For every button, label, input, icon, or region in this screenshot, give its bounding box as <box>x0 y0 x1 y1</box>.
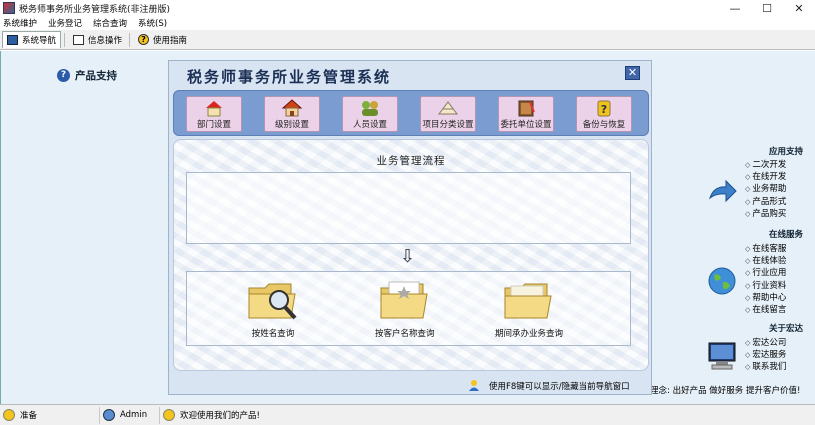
link-industry-app[interactable]: 行业应用 <box>745 267 786 279</box>
level-settings-button[interactable]: 级别设置 <box>264 96 320 132</box>
minimize-button[interactable]: — <box>719 0 751 16</box>
link-online-trial[interactable]: 在线体验 <box>745 255 786 267</box>
section-heading-about: 关于宏达 <box>768 324 803 334</box>
about-list: 宏达公司 宏达服务 联系我们 <box>745 337 786 374</box>
folder-open-icon <box>504 283 552 319</box>
department-icon <box>206 101 222 117</box>
status-user: Admin <box>100 406 160 424</box>
department-settings-button[interactable]: 部门设置 <box>186 96 242 132</box>
client-unit-icon <box>518 100 535 117</box>
navigation-panel: 业务管理流程 ⇩ 按姓名查询 按客户名称查询 期间承办业务查询 <box>173 139 649 371</box>
user-download-icon <box>469 380 479 391</box>
tab-user-guide[interactable]: ? 使用指南 <box>134 31 191 48</box>
menu-bar: 系统维护 业务登记 综合查询 系统(S) <box>0 16 815 30</box>
monitor-icon <box>7 35 18 45</box>
link-product-purchase[interactable]: 产品购买 <box>745 208 786 220</box>
query-by-name-button[interactable]: 按姓名查询 <box>247 278 299 339</box>
tab-toolbar: 系统导航 信息操作 ? 使用指南 <box>0 30 815 50</box>
link-contact[interactable]: 联系我们 <box>745 361 786 373</box>
document-icon <box>73 34 85 45</box>
title-bar: 税务师事务所业务管理系统(非注册版) — ☐ ✕ <box>0 0 815 16</box>
query-by-client-button[interactable]: 按客户名称查询 <box>375 278 435 339</box>
link-product-form[interactable]: 产品形式 <box>745 196 786 208</box>
close-window-button[interactable]: ✕ <box>783 0 815 16</box>
section-heading-online-service: 在线服务 <box>768 230 803 240</box>
app-support-list: 二次开发 在线开发 业务帮助 产品形式 产品购买 <box>745 159 786 220</box>
flow-title: 业务管理流程 <box>376 155 446 167</box>
tab-system-navigation[interactable]: 系统导航 <box>2 31 62 48</box>
link-online-dev[interactable]: 在线开发 <box>745 171 786 183</box>
menu-business-register[interactable]: 业务登记 <box>48 17 82 29</box>
lightbulb-icon <box>3 409 15 421</box>
people-icon <box>362 101 378 116</box>
app-icon <box>3 2 15 14</box>
online-service-list: 在线客服 在线体验 行业应用 行业资料 帮助中心 在线留言 <box>745 243 786 316</box>
tab-info-operation[interactable]: 信息操作 <box>69 31 126 48</box>
slogan-marquee: 理念: 出好产品 做好服务 提升客户价值! <box>650 386 801 396</box>
backup-restore-button[interactable]: ? 备份与恢复 <box>576 96 632 132</box>
navigator-title: 税务师事务所业务管理系统 <box>187 68 392 86</box>
link-help-center[interactable]: 帮助中心 <box>745 292 786 304</box>
f8-hint: 使用F8键可以显示/隐藏当前导航窗口 <box>467 379 630 392</box>
folder-star-icon <box>380 281 428 319</box>
link-industry-data[interactable]: 行业资料 <box>745 280 786 292</box>
client-unit-settings-button[interactable]: 委托单位设置 <box>498 96 554 132</box>
staff-settings-button[interactable]: 人员设置 <box>342 96 398 132</box>
computer-icon <box>708 342 736 370</box>
link-business-help[interactable]: 业务帮助 <box>745 183 786 195</box>
arrow-icon <box>708 179 737 203</box>
house-icon <box>281 99 303 117</box>
menu-system-maintenance[interactable]: 系统维护 <box>3 17 37 29</box>
navigator-close-button[interactable]: ✕ <box>625 66 640 80</box>
menu-system[interactable]: 系统(S) <box>138 17 167 29</box>
help-icon: ? <box>138 34 150 45</box>
window-controls: — ☐ ✕ <box>719 0 815 16</box>
smile-icon <box>163 409 175 421</box>
link-secondary-dev[interactable]: 二次开发 <box>745 159 786 171</box>
query-area: 按姓名查询 按客户名称查询 期间承办业务查询 <box>186 271 631 346</box>
link-online-cs[interactable]: 在线客服 <box>745 243 786 255</box>
backup-icon: ? <box>597 100 611 117</box>
product-support-title: ? 产品支持 <box>57 68 117 83</box>
folder-search-icon <box>248 283 297 320</box>
toolbar-separator <box>64 32 66 47</box>
section-heading-app-support: 应用支持 <box>768 147 803 157</box>
toolbar-separator <box>129 32 131 47</box>
menu-comprehensive-query[interactable]: 综合查询 <box>93 17 127 29</box>
link-online-message[interactable]: 在线留言 <box>745 304 786 316</box>
maximize-button[interactable]: ☐ <box>751 0 783 16</box>
status-welcome: 欢迎使用我们的产品! <box>160 407 260 424</box>
status-state: 准备 <box>0 406 100 424</box>
project-category-icon <box>438 101 458 115</box>
link-company[interactable]: 宏达公司 <box>745 337 786 349</box>
link-service[interactable]: 宏达服务 <box>745 349 786 361</box>
navigator-window: 税务师事务所业务管理系统 ✕ 部门设置 级别设置 人员设置 项目分类设置 委托单… <box>168 60 652 395</box>
globe-icon <box>708 267 736 295</box>
query-by-period-button[interactable]: 期间承办业务查询 <box>495 278 563 339</box>
question-icon: ? <box>57 69 70 82</box>
down-arrow-icon: ⇩ <box>400 246 416 267</box>
status-bar: 准备 Admin 欢迎使用我们的产品! <box>0 404 815 425</box>
settings-toolstrip: 部门设置 级别设置 人员设置 项目分类设置 委托单位设置 ? 备份与恢复 <box>173 90 649 136</box>
user-icon <box>103 409 115 421</box>
project-category-settings-button[interactable]: 项目分类设置 <box>420 96 476 132</box>
flow-diagram-area <box>186 172 631 244</box>
window-title: 税务师事务所业务管理系统(非注册版) <box>19 4 171 15</box>
svg-text:?: ? <box>601 103 607 116</box>
